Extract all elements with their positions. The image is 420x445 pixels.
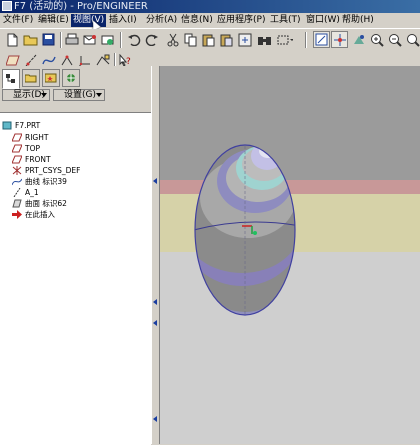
tree-item-label: 在此插入 [25,210,55,219]
datum-plane-icon [11,144,23,153]
menu-bar: 文件(F) 编辑(E) 视图(V) 插入(I) 分析(A) 信息(N) 应用程序… [0,13,420,29]
cut-icon[interactable] [164,31,181,48]
new-file-icon[interactable] [4,31,21,48]
main-toolbar [0,29,420,51]
tree-item-axis[interactable]: A_1 [12,187,39,198]
settings-dropdown[interactable]: 设置(G) [53,89,105,101]
zoom-in-icon[interactable] [368,31,385,48]
orient-mode-icon[interactable] [350,31,367,48]
selection-box-icon[interactable] [276,31,293,48]
window-title: F7 (活动的) - Pro/ENGINEER [14,1,148,12]
model-tree: F7.PRT RIGHT TOP FRONT PRT_CSYS_DEF 曲线 标… [0,112,151,445]
tree-item-curve[interactable]: 曲线 标识39 [11,176,67,187]
tree-item-label: FRONT [25,155,51,164]
open-folder-icon[interactable] [22,31,39,48]
menu-window[interactable]: 窗口(W) [304,14,342,27]
regenerate-icon[interactable] [236,31,253,48]
save-icon[interactable] [40,31,57,48]
spin-center-icon[interactable] [331,31,348,48]
redo-icon[interactable] [143,31,160,48]
send-email-icon[interactable] [81,31,98,48]
model-3d-view [160,66,420,444]
collapse-arrow-icon[interactable] [153,320,157,326]
menu-analysis[interactable]: 分析(A) [144,14,179,27]
datum-plane-icon [11,155,23,164]
menu-file[interactable]: 文件(F) [1,14,35,27]
toolbar-separator [305,32,307,48]
toolbar-separator [120,32,122,48]
menu-insert[interactable]: 插入(I) [107,14,139,27]
copy-icon[interactable] [182,31,199,48]
settings-dropdown-label: 设置(G) [64,90,96,100]
undo-icon[interactable] [125,31,142,48]
background-region [160,66,420,180]
tree-item-label: RIGHT [25,133,49,142]
tree-item-label: TOP [25,144,41,153]
tree-root-part[interactable]: F7.PRT [2,120,40,131]
collapse-arrow-icon[interactable] [153,299,157,305]
datum-plane-icon [11,133,23,142]
tree-item-surface[interactable]: 曲面 标识62 [12,198,67,209]
app-icon [2,1,12,11]
chevron-down-icon [96,93,102,97]
chevron-down-icon [41,93,47,97]
insert-here-icon [12,210,22,219]
tree-item-csys[interactable]: PRT_CSYS_DEF [12,165,80,176]
menu-edit[interactable]: 编辑(E) [36,14,71,27]
zoom-out-icon[interactable] [386,31,403,48]
menu-tools[interactable]: 工具(T) [268,14,303,27]
floor-region [160,252,420,444]
tree-item-front[interactable]: FRONT [11,154,51,165]
title-bar: F7 (活动的) - Pro/ENGINEER [0,0,420,13]
tree-item-label: 曲线 标识39 [25,177,67,186]
print-icon[interactable] [63,31,80,48]
tree-item-label: PRT_CSYS_DEF [25,166,81,175]
surface-icon [12,199,22,208]
curve-icon [11,177,23,186]
navigator-panel: 显示(D) 设置(G) F7.PRT RIGHT TOP FRONT PRT_C… [0,66,151,445]
tree-root-label: F7.PRT [15,121,41,130]
axis-icon [12,187,22,198]
find-icon[interactable] [256,31,273,48]
send-link-icon[interactable] [99,31,116,48]
connections-tab[interactable] [62,69,80,87]
csys-origin [253,231,257,235]
paste-special-icon[interactable] [218,31,235,48]
menu-help[interactable]: 帮助(H) [340,14,376,27]
csys-icon [12,166,22,175]
part-icon [2,121,12,130]
menu-info[interactable]: 信息(N) [179,14,215,27]
toolbar-separator [60,32,62,48]
model-tree-tab[interactable] [2,69,20,89]
favorites-tab[interactable] [42,69,60,87]
tree-item-label: 曲面 标识62 [25,199,67,208]
menu-applications[interactable]: 应用程序(P) [215,14,267,27]
folder-browser-tab[interactable] [22,69,40,87]
collapse-arrow-icon[interactable] [153,178,157,184]
tree-item-top[interactable]: TOP [11,143,41,154]
collapse-arrow-icon[interactable] [153,416,157,422]
refit-icon[interactable] [404,31,420,48]
paste-icon[interactable] [200,31,217,48]
graphics-window[interactable] [160,66,420,444]
tree-item-label: A_1 [25,188,39,197]
show-dropdown[interactable]: 显示(D) [2,89,50,101]
repaint-icon[interactable] [313,31,330,48]
panel-splitter[interactable] [151,66,160,444]
tree-item-right[interactable]: RIGHT [11,132,49,143]
menu-view[interactable]: 视图(V) [71,14,107,27]
tree-item-insert-here[interactable]: 在此插入 [12,209,55,220]
